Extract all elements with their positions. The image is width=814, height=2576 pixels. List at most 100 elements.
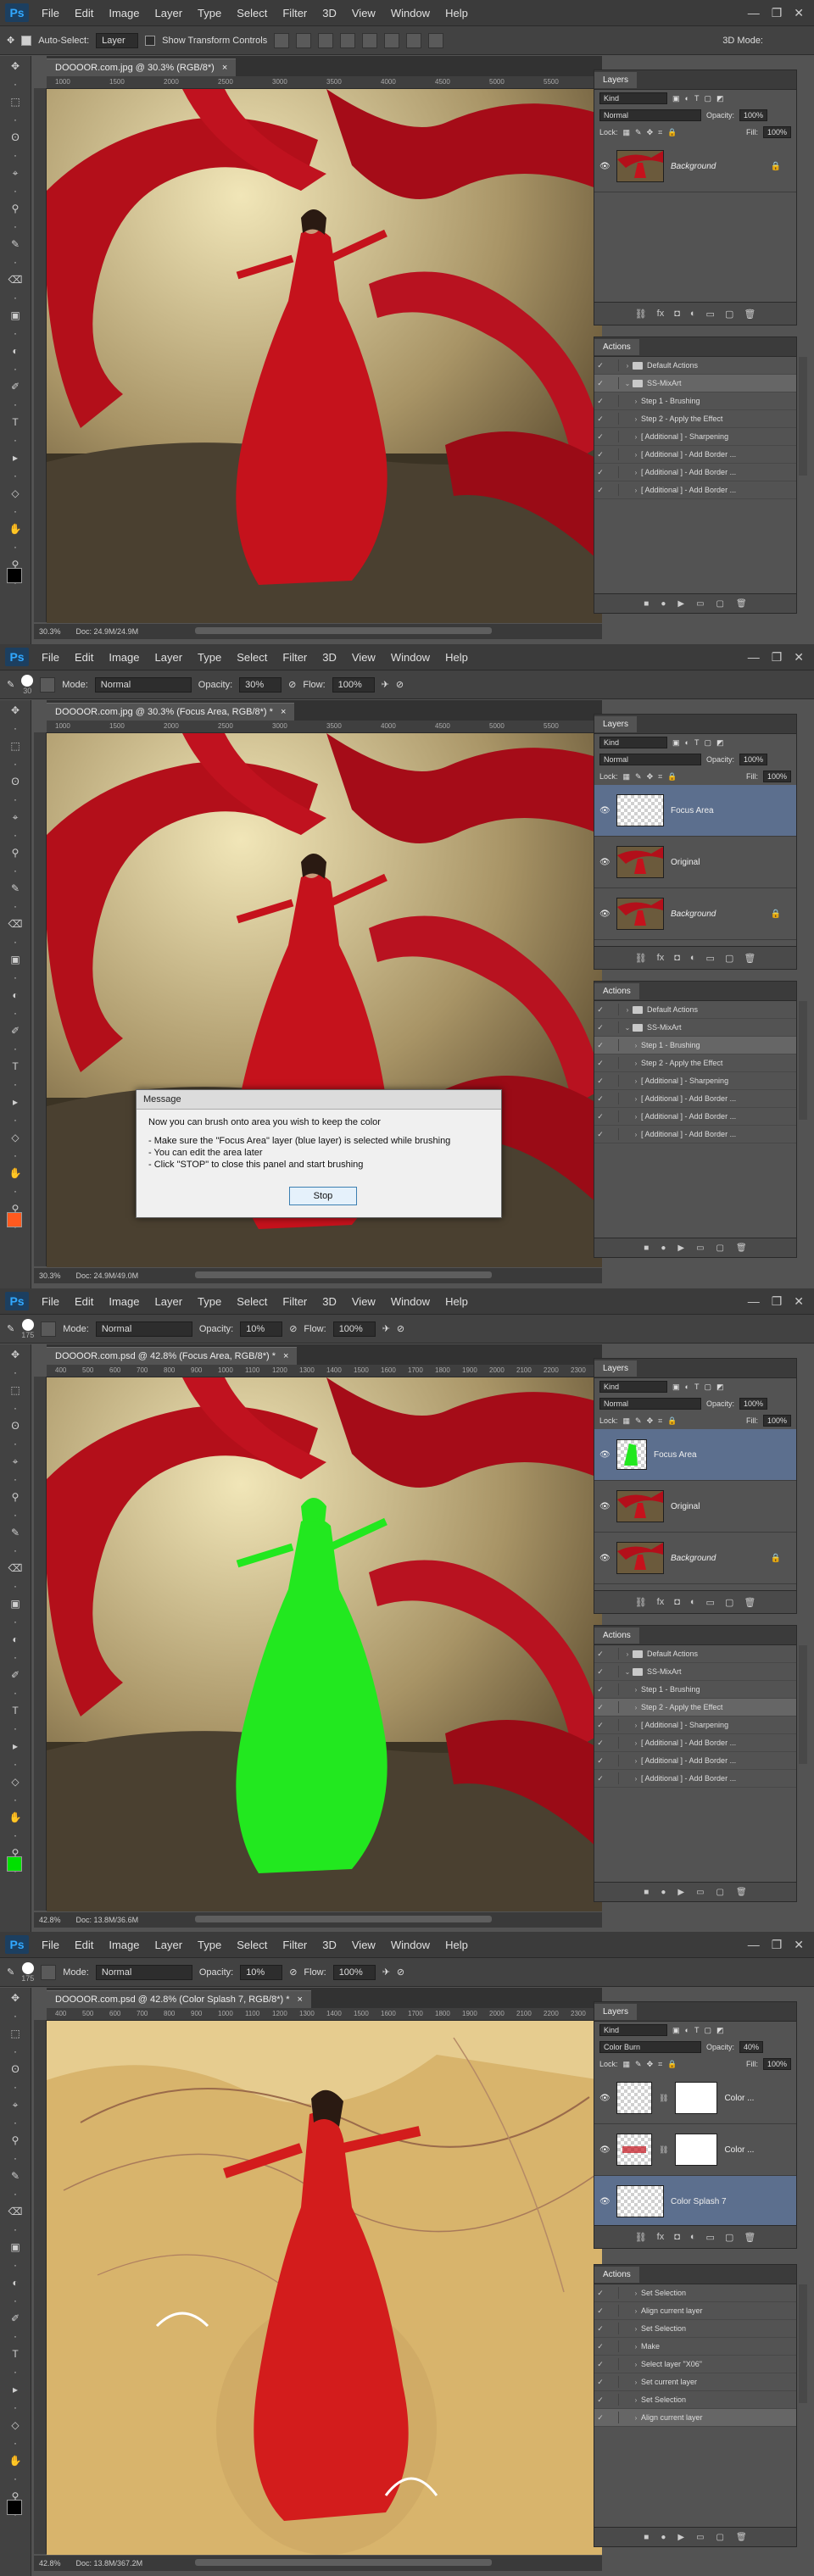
type-tool-icon[interactable]: T (6, 2346, 25, 2362)
brush-tool-icon[interactable]: · (6, 899, 25, 914)
pen-tool-icon[interactable]: · (6, 2328, 25, 2344)
dodge-tool-icon[interactable]: · (6, 361, 25, 376)
menu-item[interactable]: Window (383, 651, 438, 664)
action-toggle-check-icon[interactable]: ✓ (594, 1059, 606, 1068)
move-tool-icon[interactable]: ✥ (7, 35, 14, 46)
move-tool-icon[interactable]: ✥ (6, 1347, 25, 1362)
dodge-tool-icon[interactable]: ◐ (6, 988, 25, 1003)
menu-item[interactable]: Type (190, 651, 229, 664)
maximize-icon[interactable]: ❐ (772, 1294, 783, 1309)
close-icon[interactable]: ✕ (794, 1294, 804, 1309)
filter-type-icon[interactable]: T (694, 2026, 700, 2034)
action-toggle-check-icon[interactable]: ✓ (594, 450, 606, 459)
menu-item[interactable]: File (34, 7, 67, 19)
dialog-toggle-box[interactable] (606, 1093, 619, 1104)
menu-item[interactable]: Layer (148, 7, 191, 19)
brush-preset-picker[interactable]: 30 (21, 674, 34, 695)
brush-tool-icon[interactable]: · (6, 1543, 25, 1558)
auto-select-checkbox[interactable] (21, 35, 32, 46)
filter-kind-select[interactable]: Kind (599, 1381, 667, 1393)
quick-select-icon[interactable]: ⌖ (6, 1454, 25, 1469)
stop-icon[interactable]: ■ (644, 1243, 649, 1253)
action-row[interactable]: ✓ ›[ Additional ] - Add Border ... (594, 464, 796, 481)
eraser-tool-icon[interactable]: · (6, 1578, 25, 1594)
crop-tool-icon[interactable]: ⚲ (6, 845, 25, 860)
crop-tool-icon[interactable]: · (6, 219, 25, 234)
type-tool-icon[interactable]: · (6, 432, 25, 448)
action-toggle-check-icon[interactable]: ✓ (594, 432, 606, 442)
dialog-toggle-box[interactable] (606, 1039, 619, 1051)
menu-item[interactable]: Filter (275, 1939, 315, 1951)
trash-icon[interactable]: 🗑 (736, 2533, 747, 2542)
chevron-right-icon[interactable]: › (622, 1006, 633, 1014)
menu-item[interactable]: Image (101, 1295, 147, 1308)
panel-scrollbar[interactable] (799, 1001, 807, 1120)
action-row[interactable]: ✓ › Step 1 - Brushing (594, 1681, 796, 1699)
airbrush-icon[interactable]: ✈ (382, 679, 389, 690)
chevron-right-icon[interactable]: › (631, 2307, 641, 2315)
path-select-icon[interactable]: · (6, 2400, 25, 2415)
document-tab[interactable]: DOOOOR.com.jpg @ 30.3% (RGB/8*) × (47, 58, 237, 76)
dialog-toggle-box[interactable] (606, 1666, 619, 1677)
action-toggle-check-icon[interactable]: ✓ (594, 1721, 606, 1730)
action-toggle-check-icon[interactable]: ✓ (594, 2289, 606, 2298)
chevron-right-icon[interactable]: › (631, 2361, 641, 2368)
fx-icon[interactable]: fx (657, 1597, 665, 1607)
action-row[interactable]: ✓ ›[ Additional ] - Sharpening (594, 428, 796, 446)
align-icon[interactable] (318, 32, 334, 48)
align-icon[interactable] (340, 32, 356, 48)
visibility-eye-icon[interactable]: 👁 (599, 806, 610, 815)
action-row[interactable]: ✓ › Step 2 - Apply the Effect (594, 1699, 796, 1716)
image-canvas[interactable] (47, 2021, 602, 2555)
layers-tab[interactable]: Layers (594, 715, 638, 732)
layer-row[interactable]: 👁 Original (594, 1481, 796, 1533)
dodge-tool-icon[interactable]: · (6, 1005, 25, 1021)
brush-tool-icon[interactable]: ✎ (6, 2168, 25, 2184)
play-icon[interactable]: ▶ (677, 599, 684, 609)
gradient-tool-icon[interactable]: · (6, 970, 25, 985)
menu-item[interactable]: View (344, 651, 383, 664)
zoom-level[interactable]: 42.8% (39, 2559, 61, 2568)
horizontal-scrollbar[interactable] (195, 627, 492, 634)
action-toggle-check-icon[interactable]: ✓ (594, 1667, 606, 1677)
chevron-right-icon[interactable]: › (631, 2343, 641, 2351)
align-icon[interactable] (428, 32, 444, 48)
action-row[interactable]: ✓ ›[ Additional ] - Add Border ... (594, 1752, 796, 1770)
trash-icon[interactable]: 🗑 (736, 1243, 747, 1253)
opacity-field[interactable]: 10% (240, 1321, 283, 1337)
action-toggle-check-icon[interactable]: ✓ (594, 1739, 606, 1748)
pressure-opacity-icon[interactable]: ⊘ (288, 679, 296, 690)
lock-option-icon[interactable]: ⌗ (658, 772, 662, 782)
visibility-eye-icon[interactable]: 👁 (599, 2094, 610, 2103)
layer-row[interactable]: 👁 ⛓ Color ... (594, 2072, 796, 2124)
quick-select-icon[interactable]: · (6, 2115, 25, 2130)
lasso-tool-icon[interactable]: ʘ (6, 1418, 25, 1433)
hand-tool-icon[interactable]: ✋ (6, 2453, 25, 2468)
menu-item[interactable]: Layer (148, 651, 191, 664)
pressure-opacity-icon[interactable]: ⊘ (289, 1967, 297, 1978)
dialog-toggle-box[interactable] (606, 431, 619, 442)
filter-type-icon[interactable]: ▢ (704, 94, 711, 103)
dialog-toggle-box[interactable] (606, 1755, 619, 1766)
chevron-right-icon[interactable]: › (631, 1757, 641, 1765)
stop-icon[interactable]: ■ (644, 599, 649, 609)
shape-tool-icon[interactable]: · (6, 1792, 25, 1807)
action-toggle-check-icon[interactable]: ✓ (594, 1703, 606, 1712)
chevron-down-icon[interactable]: ⌄ (622, 1024, 633, 1032)
mask-icon[interactable]: ◘ (674, 953, 680, 963)
record-icon[interactable]: ● (661, 1243, 666, 1253)
pen-tool-icon[interactable]: · (6, 1685, 25, 1700)
type-tool-icon[interactable]: T (6, 1703, 25, 1718)
filter-type-icon[interactable]: ▢ (704, 738, 711, 748)
marquee-tool-icon[interactable]: ⬚ (6, 2026, 25, 2041)
trash-icon[interactable]: 🗑 (744, 953, 755, 964)
layers-tab[interactable]: Layers (594, 71, 638, 88)
fx-icon[interactable]: fx (657, 309, 665, 319)
chevron-right-icon[interactable]: › (631, 1077, 641, 1085)
record-icon[interactable]: ● (661, 1888, 666, 1897)
align-icon[interactable] (274, 32, 290, 48)
document-tab[interactable]: DOOOOR.com.psd @ 42.8% (Color Splash 7, … (47, 1990, 311, 2008)
layer-row[interactable]: 👁 Original (594, 837, 796, 888)
fill-field[interactable]: 100% (762, 1415, 791, 1427)
shape-tool-icon[interactable]: ◇ (6, 1130, 25, 1145)
